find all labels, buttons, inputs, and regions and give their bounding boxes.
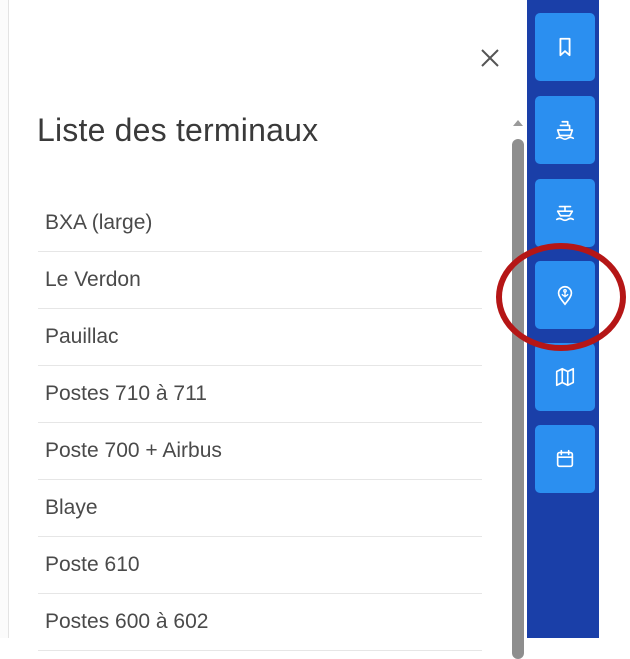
list-item-label: Postes 600 à 602 bbox=[45, 610, 209, 633]
terminal-list: BXA (large) Le Verdon Pauillac Postes 71… bbox=[38, 195, 482, 651]
highlight-ring bbox=[496, 243, 626, 351]
scrollbar[interactable] bbox=[510, 116, 526, 659]
list-item[interactable]: Postes 710 à 711 bbox=[38, 366, 482, 423]
list-item-label: Poste 700 + Airbus bbox=[45, 439, 222, 462]
list-item[interactable]: Le Verdon bbox=[38, 252, 482, 309]
calendar-button[interactable] bbox=[535, 425, 595, 493]
list-item-label: Pauillac bbox=[45, 325, 119, 348]
list-item[interactable]: Pauillac bbox=[38, 309, 482, 366]
terminal-list-panel: Liste des terminaux BXA (large) Le Verdo… bbox=[9, 0, 527, 651]
ships-button[interactable] bbox=[535, 96, 595, 164]
bookmark-button[interactable] bbox=[535, 13, 595, 81]
vessel-traffic-button[interactable] bbox=[535, 179, 595, 247]
ship-wave-icon bbox=[555, 205, 575, 222]
list-item-label: Poste 610 bbox=[45, 553, 140, 576]
map-icon bbox=[555, 367, 575, 387]
list-item[interactable]: Postes 600 à 602 bbox=[38, 594, 482, 651]
panel-title: Liste des terminaux bbox=[37, 112, 319, 148]
bookmark-icon bbox=[559, 37, 571, 57]
map-button[interactable] bbox=[535, 343, 595, 411]
left-edge-divider bbox=[0, 0, 9, 638]
list-item-label: Blaye bbox=[45, 496, 98, 519]
list-item-label: Le Verdon bbox=[45, 268, 141, 291]
list-item-label: BXA (large) bbox=[45, 211, 153, 234]
ship-icon bbox=[555, 120, 575, 140]
list-item[interactable]: BXA (large) bbox=[38, 195, 482, 252]
list-item[interactable]: Poste 610 bbox=[38, 537, 482, 594]
list-item-label: Postes 710 à 711 bbox=[45, 382, 207, 405]
close-icon bbox=[481, 49, 499, 67]
close-button[interactable] bbox=[476, 44, 504, 72]
list-item[interactable]: Poste 700 + Airbus bbox=[38, 423, 482, 480]
list-item[interactable]: Blaye bbox=[38, 480, 482, 537]
scrollbar-thumb[interactable] bbox=[512, 139, 524, 659]
scroll-up-arrow[interactable] bbox=[513, 120, 523, 126]
calendar-icon bbox=[556, 449, 574, 468]
